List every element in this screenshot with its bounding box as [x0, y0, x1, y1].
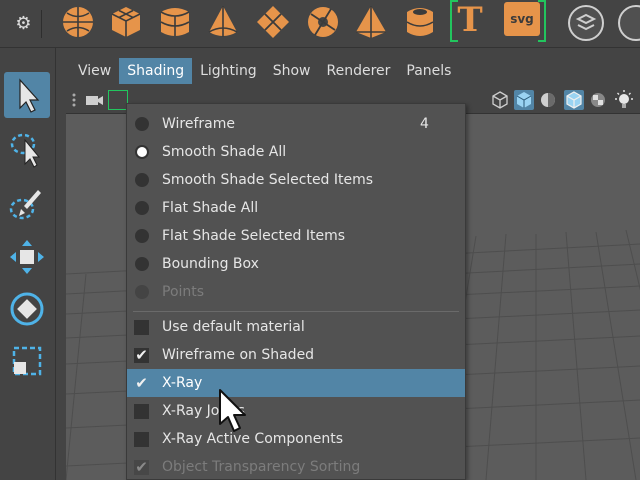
- checkbox-indicator-checked: ✔: [134, 458, 149, 476]
- poly-cube-icon[interactable]: [108, 4, 144, 40]
- checkbox-indicator: [134, 404, 149, 419]
- camera-lock-icon[interactable]: [108, 90, 128, 110]
- menu-shading[interactable]: Shading: [119, 58, 193, 84]
- menu-item-flat-shade-selected[interactable]: Flat Shade Selected Items: [127, 222, 465, 250]
- textured-icon[interactable]: [588, 90, 608, 110]
- checkbox-indicator-checked: ✔: [134, 374, 149, 392]
- menu-item-smooth-shade-selected[interactable]: Smooth Shade Selected Items: [127, 166, 465, 194]
- poly-sphere-icon[interactable]: [60, 4, 96, 40]
- menu-item-label: Bounding Box: [162, 256, 259, 272]
- menu-lighting[interactable]: Lighting: [192, 58, 265, 84]
- menu-separator: [133, 311, 459, 312]
- menu-item-x-ray[interactable]: ✔ X-Ray: [127, 369, 465, 397]
- menu-item-label: X-Ray: [162, 375, 203, 391]
- lighting-icon[interactable]: [614, 90, 634, 110]
- poly-torus-icon[interactable]: [305, 4, 341, 40]
- poly-cylinder-icon[interactable]: [157, 4, 193, 40]
- checkbox-indicator: [134, 432, 149, 447]
- shelf-round-tool-icon[interactable]: [568, 5, 604, 41]
- mouse-cursor-icon: [216, 388, 250, 434]
- menu-item-label: Points: [162, 284, 205, 300]
- menu-view[interactable]: View: [70, 58, 119, 84]
- lasso-tool-icon[interactable]: [4, 126, 50, 172]
- radio-indicator: [135, 285, 149, 299]
- radio-indicator: [135, 117, 149, 131]
- menu-item-x-ray-joints[interactable]: X-Ray Joints: [127, 397, 465, 425]
- menu-item-label: Use default material: [162, 319, 305, 335]
- menu-item-x-ray-active-components[interactable]: X-Ray Active Components: [127, 425, 465, 453]
- checkbox-indicator-checked: ✔: [134, 346, 149, 364]
- radio-indicator: [135, 173, 149, 187]
- menu-item-wireframe[interactable]: Wireframe 4: [127, 110, 465, 138]
- menu-item-wireframe-on-shaded[interactable]: ✔ Wireframe on Shaded: [127, 341, 465, 369]
- poly-pyramid-icon[interactable]: [353, 4, 389, 40]
- paint-select-tool-icon[interactable]: [4, 180, 50, 226]
- wireframe-on-shaded-icon[interactable]: [564, 90, 584, 110]
- menu-item-shortcut: 4: [420, 116, 429, 132]
- svg-tool-button[interactable]: svg: [504, 2, 540, 36]
- panel-menubar: View Shading Lighting Show Renderer Pane…: [66, 58, 640, 84]
- toolbox: [0, 48, 56, 480]
- shelf-gear-icon[interactable]: ⚙: [6, 10, 42, 38]
- radio-indicator: [135, 257, 149, 271]
- type-tool-button[interactable]: T: [452, 0, 488, 40]
- checkbox-indicator: [134, 320, 149, 335]
- menu-item-label: Wireframe: [162, 116, 236, 132]
- shelf-toolbar: ⚙ T svg: [0, 0, 640, 48]
- poly-cone-icon[interactable]: [205, 4, 241, 40]
- menu-item-flat-shade-all[interactable]: Flat Shade All: [127, 194, 465, 222]
- scale-tool-icon[interactable]: [4, 338, 50, 384]
- menu-item-label: Wireframe on Shaded: [162, 347, 315, 363]
- menu-item-label: Flat Shade All: [162, 200, 259, 216]
- camera-icon[interactable]: [84, 90, 104, 110]
- check-icon: ✔: [135, 346, 148, 364]
- select-tool-icon[interactable]: [4, 72, 50, 118]
- default-material-icon[interactable]: [538, 90, 558, 110]
- radio-indicator: [135, 229, 149, 243]
- menu-item-bounding-box[interactable]: Bounding Box: [127, 250, 465, 278]
- menu-renderer[interactable]: Renderer: [318, 58, 398, 84]
- radio-indicator-selected: [135, 145, 149, 159]
- menu-item-label: X-Ray Active Components: [162, 431, 344, 447]
- menu-item-label: Object Transparency Sorting: [162, 459, 361, 475]
- rotate-tool-icon[interactable]: [4, 286, 50, 332]
- menu-show[interactable]: Show: [265, 58, 319, 84]
- menu-item-label: Smooth Shade All: [162, 144, 287, 160]
- menu-panels[interactable]: Panels: [398, 58, 459, 84]
- menu-item-label: Flat Shade Selected Items: [162, 228, 346, 244]
- menu-item-points: Points: [127, 278, 465, 306]
- menu-item-label: Smooth Shade Selected Items: [162, 172, 374, 188]
- menu-item-use-default-material[interactable]: Use default material: [127, 313, 465, 341]
- check-icon: ✔: [135, 458, 148, 476]
- menu-item-object-transparency-sorting: ✔ Object Transparency Sorting: [127, 453, 465, 480]
- wireframe-shading-icon[interactable]: [490, 90, 510, 110]
- check-icon: ✔: [135, 374, 148, 392]
- menu-item-smooth-shade-all[interactable]: Smooth Shade All: [127, 138, 465, 166]
- poly-pipe-icon[interactable]: [402, 4, 438, 40]
- smooth-shade-icon[interactable]: [514, 90, 534, 110]
- shelf-round-tool-2-icon[interactable]: [618, 5, 640, 41]
- maya-window: ⚙ T svg View Shading Lighting Show Rende…: [0, 0, 640, 480]
- toolbar-grip-icon: [70, 90, 78, 110]
- shelf-bracket-right: [538, 0, 546, 42]
- move-tool-icon[interactable]: [4, 234, 50, 280]
- radio-indicator: [135, 201, 149, 215]
- shading-dropdown-menu: Wireframe 4 Smooth Shade All Smooth Shad…: [126, 103, 466, 480]
- poly-plane-icon[interactable]: [255, 4, 291, 40]
